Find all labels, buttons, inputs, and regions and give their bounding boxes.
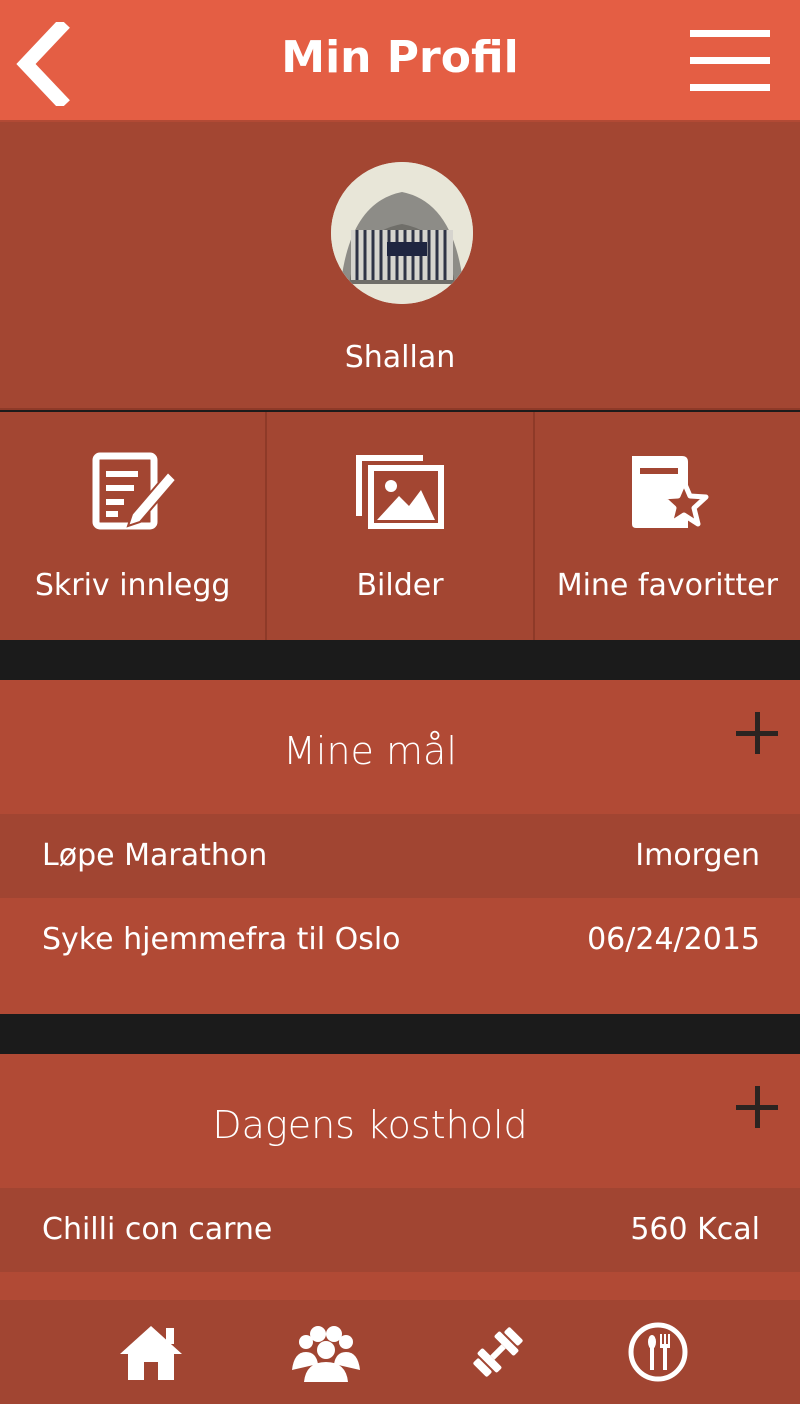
goal-date: Imorgen (635, 838, 760, 873)
nav-diet[interactable] (626, 1320, 696, 1384)
page-title: Min Profil (281, 32, 519, 83)
profile-actions: Skriv innlegg Bilder Mine favoritter (0, 412, 800, 640)
diet-title: Dagens kosthold (212, 1103, 528, 1147)
goals-title: Mine mål (283, 729, 457, 773)
meal-calories: 560 Kcal (630, 1212, 760, 1247)
meal-row[interactable]: Chilli con carne 560 Kcal (0, 1188, 800, 1272)
write-post-label: Skriv innlegg (34, 568, 231, 603)
goal-row[interactable]: Syke hjemmefra til Oslo 06/24/2015 (0, 898, 800, 982)
home-icon (120, 1326, 182, 1380)
favorite-book-icon (632, 456, 709, 528)
avatar[interactable] (331, 162, 473, 304)
goal-name: Syke hjemmefra til Oslo (42, 922, 401, 957)
add-meal-button[interactable] (736, 1086, 780, 1130)
divider (0, 640, 800, 680)
nav-training[interactable] (466, 1320, 536, 1384)
favorites-label: Mine favoritter (556, 568, 778, 603)
profile-name: Shallan (344, 340, 456, 375)
hamburger-menu-icon (690, 30, 770, 37)
group-icon (292, 1326, 360, 1382)
dumbbell-icon (473, 1327, 523, 1377)
nav-home[interactable] (116, 1320, 186, 1384)
edit-document-icon (92, 452, 178, 530)
profile-panel: Shallan (0, 122, 800, 410)
goal-date: 06/24/2015 (587, 922, 760, 957)
bottom-nav (0, 1300, 800, 1404)
images-label: Bilder (356, 568, 444, 603)
meal-name: Chilli con carne (42, 1212, 273, 1247)
favorites-button[interactable]: Mine favoritter (535, 412, 800, 640)
app-header: Min Profil (0, 0, 800, 122)
images-button[interactable]: Bilder (267, 412, 535, 640)
cutlery-icon (628, 1322, 688, 1382)
write-post-button[interactable]: Skriv innlegg (0, 412, 268, 640)
add-goal-button[interactable] (736, 712, 780, 756)
images-icon (355, 455, 444, 529)
nav-community[interactable] (290, 1320, 360, 1384)
goal-name: Løpe Marathon (42, 838, 268, 873)
avatar-cap-photo (331, 162, 473, 304)
goals-section: Mine mål Løpe Marathon Imorgen Syke hjem… (0, 680, 800, 1014)
diet-section: Dagens kosthold Chilli con carne 560 Kca… (0, 1054, 800, 1300)
menu-button[interactable] (690, 30, 774, 94)
divider (0, 1014, 800, 1054)
goal-row[interactable]: Løpe Marathon Imorgen (0, 814, 800, 898)
